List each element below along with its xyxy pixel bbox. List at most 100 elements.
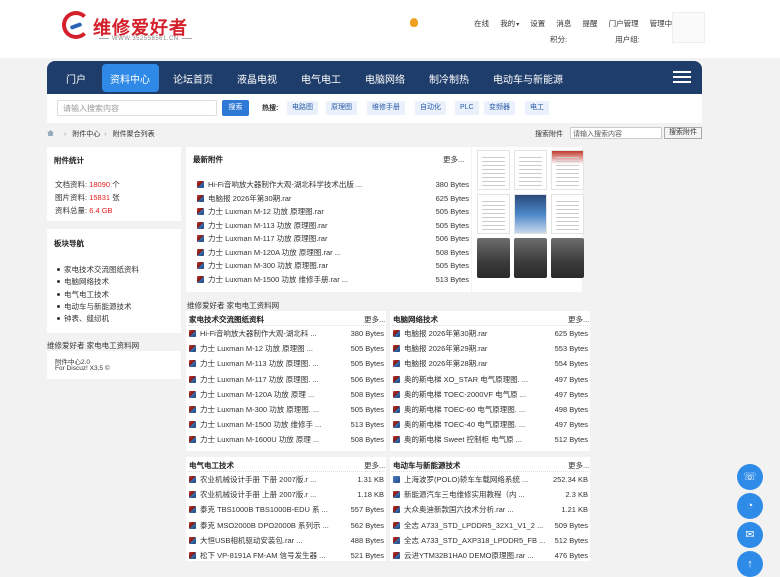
section-file-row[interactable]: 力士 Luxman M-117 功放 原理图. ... 506 Bytes [189, 374, 384, 386]
file-name[interactable]: 电脑报 2026年第30期.rar [208, 194, 291, 203]
section-file-row[interactable]: 泰克 MSO2000B DPO2000B 系列示 ... 562 Bytes [189, 520, 384, 532]
section-more-link[interactable]: 更多... [364, 314, 385, 325]
section-more-link[interactable]: 更多... [364, 460, 385, 471]
category-item-appliance[interactable]: 家电技术交流图纸资料 [57, 264, 139, 275]
section-file-row[interactable]: Hi-Fi音响放大器制作大观-湖北科 ... 380 Bytes [189, 328, 384, 340]
file-name[interactable]: 力士 Luxman M-1600U 功放 原理 ... [200, 435, 319, 444]
latest-file-row[interactable]: 力士 Luxman M-12 功放 原理图.rar 505 Bytes [197, 206, 469, 218]
section-file-row[interactable]: 农业机械设计手册 下册 2007版.r ... 1.31 KB [189, 474, 384, 486]
top-link-online[interactable]: 在线 [474, 19, 489, 28]
nav-item-forum-home[interactable]: 论坛首页 [173, 71, 213, 86]
file-name[interactable]: 云进YTM32B1HA0 DEMO原理图.rar ... [404, 551, 534, 560]
file-name[interactable]: 泰克 TBS1000B TBS1000B-EDU 系 ... [200, 505, 328, 514]
phone-icon[interactable]: ☏ [737, 464, 763, 490]
top-link-settings[interactable]: 设置 [530, 19, 545, 28]
file-name[interactable]: 大众奥迪新款国六技术分析.rar ... [404, 505, 514, 514]
file-name[interactable]: Hi-Fi音响放大器制作大观-湖北科 ... [200, 329, 317, 338]
file-name[interactable]: 电脑报 2026年第28期.rar [404, 359, 487, 368]
top-link-mine[interactable]: 我的 [500, 19, 515, 28]
latest-file-row[interactable]: 电脑报 2026年第30期.rar 625 Bytes [197, 193, 469, 205]
category-item-clock-sewing[interactable]: 钟表、缝纫机 [57, 313, 109, 324]
file-name[interactable]: 力士 Luxman M-120A 功放 原理 ... [200, 390, 314, 399]
schematic-thumbnail[interactable] [477, 194, 510, 234]
latest-file-row[interactable]: 力士 Luxman M-300 功放 原理图.rar 505 Bytes [197, 260, 469, 272]
file-name[interactable]: 力士 Luxman M-117 功放 原理图. ... [200, 375, 319, 384]
file-name[interactable]: 新能源汽车三电维修实用教程（内 ... [404, 490, 525, 499]
section-more-link[interactable]: 更多... [568, 314, 589, 325]
top-link-portal-admin[interactable]: 门户管理 [609, 19, 639, 28]
device-thumbnail[interactable] [477, 238, 510, 278]
file-name[interactable]: 奥的斯电梯 TOEC-40 电气原理图. ... [404, 420, 525, 429]
top-link-messages[interactable]: 消息 [556, 19, 571, 28]
file-name[interactable]: 力士 Luxman M-1500 功放 维修手 ... [200, 420, 321, 429]
home-icon[interactable] [47, 130, 54, 136]
file-name[interactable]: 力士 Luxman M-12 功放 原理图.rar [208, 207, 324, 216]
section-title-computer[interactable]: 电脑网络技术 [393, 314, 438, 325]
file-name[interactable]: 力士 Luxman M-12 功放 原理图 ... [200, 344, 313, 353]
section-file-row[interactable]: 上海波罗(POLO)轿车车载网络系统 ... 252.34 KB [393, 474, 588, 486]
usergroup-label[interactable]: 用户组: [615, 35, 640, 44]
magazine-thumbnail[interactable] [551, 150, 584, 190]
nav-item-hvac[interactable]: 制冷制热 [429, 71, 469, 86]
nav-item-lcd-tv[interactable]: 液晶电视 [237, 71, 277, 86]
file-name[interactable]: Hi-Fi音响放大器制作大观-湖北科学技术出版 ... [208, 180, 362, 189]
category-item-ev[interactable]: 电动车与新能源技术 [57, 301, 132, 312]
nav-item-resource-center[interactable]: 资料中心 [110, 71, 150, 86]
file-name[interactable]: 泰克 MSO2000B DPO2000B 系列示 ... [200, 521, 329, 530]
file-name[interactable]: 力士 Luxman M-300 功放 原理图.rar [208, 261, 328, 270]
hamburger-menu-icon[interactable] [673, 71, 691, 83]
attachment-search-input[interactable]: 请输入搜索内容 [570, 127, 662, 139]
avatar[interactable] [672, 12, 705, 43]
device-thumbnail[interactable] [551, 238, 584, 278]
latest-file-row[interactable]: 力士 Luxman M-113 功放 原理图.rar 505 Bytes [197, 220, 469, 232]
file-name[interactable]: 力士 Luxman M-1500 功放 维修手册.rar ... [208, 275, 348, 284]
hot-tag-manual[interactable]: 维修手册 [367, 101, 405, 115]
section-file-row[interactable]: 力士 Luxman M-1500 功放 维修手 ... 513 Bytes [189, 419, 384, 431]
nav-item-ev-new-energy[interactable]: 电动车与新能源 [493, 71, 563, 86]
nav-item-electrical[interactable]: 电气电工 [301, 71, 341, 86]
file-name[interactable]: 力士 Luxman M-117 功放 原理图.rar [208, 234, 327, 243]
hot-tag-automation[interactable]: 自动化 [415, 101, 446, 115]
file-name[interactable]: 奥的斯电梯 XO_STAR 电气原理图. ... [404, 375, 528, 384]
section-more-link[interactable]: 更多... [568, 460, 589, 471]
magazine-thumbnail[interactable] [514, 194, 547, 234]
section-file-row[interactable]: 电脑报 2026年第29期.rar 553 Bytes [393, 343, 588, 355]
section-title-ev[interactable]: 电动车与新能源技术 [393, 460, 461, 471]
nav-item-portal[interactable]: 门户 [66, 71, 86, 86]
section-file-row[interactable]: 新能源汽车三电维修实用教程（内 ... 2.3 KB [393, 489, 588, 501]
schematic-thumbnail[interactable] [477, 150, 510, 190]
hot-tag-electrician[interactable]: 电工 [525, 101, 549, 115]
file-name[interactable]: 电脑报 2026年第29期.rar [404, 344, 487, 353]
wechat-icon[interactable]: ◔ [737, 493, 763, 519]
file-name[interactable]: 奥的斯电梯 Sweet 控制柜 电气原 ... [404, 435, 522, 444]
section-title-electrical[interactable]: 电气电工技术 [189, 460, 234, 471]
hot-tag-schematic[interactable]: 原理图 [326, 101, 357, 115]
top-link-reminders[interactable]: 提醒 [582, 19, 597, 28]
section-file-row[interactable]: 奥的斯电梯 TOEC-2000VF 电气原 ... 497 Bytes [393, 389, 588, 401]
file-name[interactable]: 大恒USB相机驱动安装包.rar ... [200, 536, 303, 545]
file-name[interactable]: 奥的斯电梯 TOEC-2000VF 电气原 ... [404, 390, 526, 399]
section-title-appliance[interactable]: 家电技术交流图纸资料 [189, 314, 264, 325]
section-file-row[interactable]: 力士 Luxman M-1600U 功放 原理 ... 508 Bytes [189, 434, 384, 446]
search-input[interactable]: 请输入搜索内容 [57, 100, 217, 116]
section-file-row[interactable]: 奥的斯电梯 XO_STAR 电气原理图. ... 497 Bytes [393, 374, 588, 386]
section-file-row[interactable]: 云进YTM32B1HA0 DEMO原理图.rar ... 476 Bytes [393, 550, 588, 562]
search-button[interactable]: 搜索 [222, 100, 249, 116]
section-file-row[interactable]: 电脑报 2026年第30期.rar 625 Bytes [393, 328, 588, 340]
file-name[interactable]: 农业机械设计手册 下册 2007版.r ... [200, 475, 316, 484]
section-file-row[interactable]: 大恒USB相机驱动安装包.rar ... 488 Bytes [189, 535, 384, 547]
section-file-row[interactable]: 力士 Luxman M-113 功放 原理图. ... 505 Bytes [189, 358, 384, 370]
hot-tag-inverter[interactable]: 变频器 [484, 101, 515, 115]
attachment-search-button[interactable]: 搜索附件 [664, 127, 702, 139]
file-name[interactable]: 全志 A733_STD_LPDDR5_32X1_V1_2 ... [404, 521, 543, 530]
file-name[interactable]: 力士 Luxman M-120A 功放 原理图.rar ... [208, 248, 341, 257]
device-thumbnail[interactable] [514, 238, 547, 278]
schematic-thumbnail[interactable] [514, 150, 547, 190]
section-file-row[interactable]: 大众奥迪新款国六技术分析.rar ... 1.21 KB [393, 504, 588, 516]
file-name[interactable]: 力士 Luxman M-113 功放 原理图.rar [208, 221, 327, 230]
username-link[interactable] [427, 18, 463, 26]
file-name[interactable]: 农业机械设计手册 上册 2007版.r ... [200, 490, 316, 499]
back-to-top-icon[interactable]: ↑ [737, 551, 763, 577]
chat-icon[interactable]: ✉ [737, 522, 763, 548]
file-name[interactable]: 松下 VP-8191A FM-AM 信号发生器 ... [200, 551, 325, 560]
